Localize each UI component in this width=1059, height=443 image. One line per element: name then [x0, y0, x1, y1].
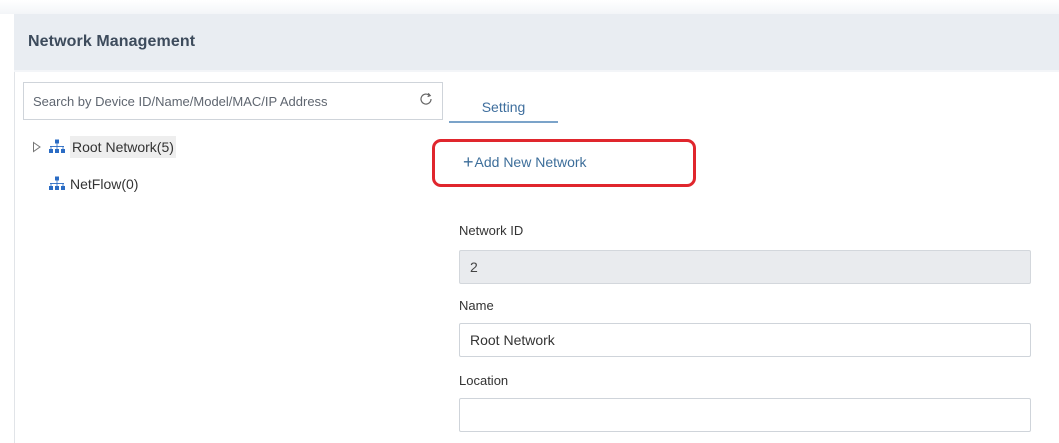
expand-triangle-icon[interactable]: [32, 141, 42, 153]
tree-item-label: NetFlow(0): [70, 176, 139, 192]
page-header: Network Management: [14, 14, 1059, 70]
refresh-icon[interactable]: [418, 91, 434, 107]
add-new-network-label: Add New Network: [474, 154, 587, 170]
active-tab-indicator: [449, 121, 558, 123]
location-field[interactable]: [459, 398, 1031, 432]
search-box: [23, 82, 443, 120]
network-id-field: [459, 250, 1031, 284]
tree-item-root-network[interactable]: Root Network(5): [32, 134, 194, 160]
add-new-network-button[interactable]: + Add New Network: [463, 153, 587, 171]
plus-icon: +: [463, 152, 474, 172]
header-divider: [14, 70, 1059, 72]
network-tree-icon: [49, 176, 65, 190]
tab-setting[interactable]: Setting: [449, 92, 558, 122]
page-title: Network Management: [28, 33, 196, 50]
name-field[interactable]: [459, 323, 1031, 357]
tree-item-label: Root Network(5): [70, 136, 176, 158]
network-id-label: Network ID: [459, 223, 524, 238]
panel-border: [14, 72, 15, 443]
app-frame: Network Management Root Network(5): [0, 0, 1059, 443]
name-label: Name: [459, 298, 494, 313]
search-input[interactable]: [24, 83, 409, 119]
tab-label: Setting: [481, 99, 526, 115]
top-shadow: [0, 0, 1059, 14]
network-tree-icon: [49, 139, 65, 153]
tree-item-netflow[interactable]: NetFlow(0): [48, 171, 138, 197]
location-label: Location: [459, 373, 509, 388]
